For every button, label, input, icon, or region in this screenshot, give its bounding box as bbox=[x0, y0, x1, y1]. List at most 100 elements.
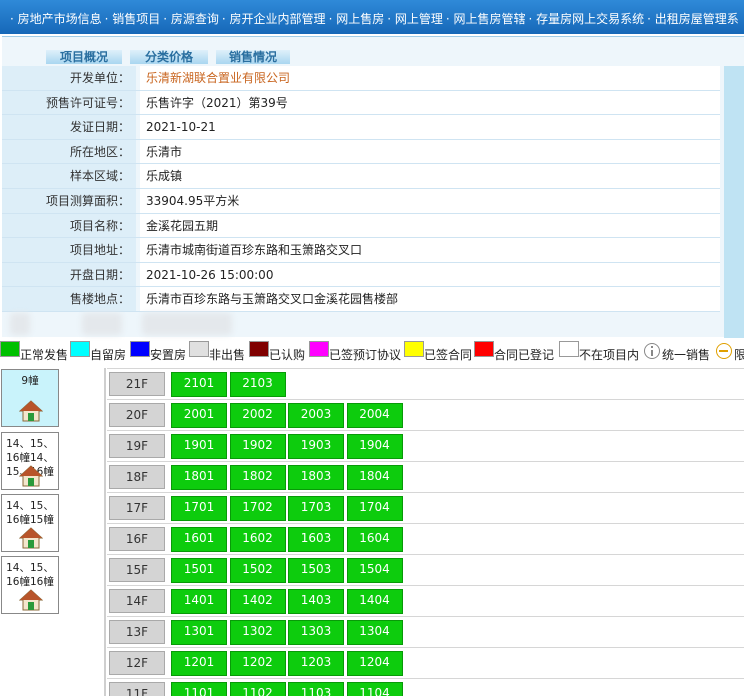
info-label: 项目地址： bbox=[2, 238, 136, 263]
floor-label: 12F bbox=[109, 651, 165, 675]
building-item[interactable]: 14、15、16幢14、15、16幢 bbox=[1, 432, 59, 490]
nav-link[interactable]: · 网上售房管辖 bbox=[446, 12, 526, 26]
unit-cell[interactable]: 1302 bbox=[229, 620, 286, 645]
nav-link[interactable]: · 网上售房 bbox=[329, 12, 385, 26]
floor-label: 14F bbox=[109, 589, 165, 613]
unit-cell[interactable]: 1404 bbox=[346, 589, 403, 614]
unit-cell[interactable]: 1901 bbox=[171, 434, 227, 459]
unit-cell[interactable]: 1403 bbox=[288, 589, 344, 614]
unit-cell[interactable]: 1604 bbox=[346, 527, 403, 552]
unit-cell[interactable]: 1502 bbox=[229, 558, 286, 583]
unit-cell[interactable]: 1102 bbox=[229, 682, 286, 696]
house-icon bbox=[18, 465, 44, 487]
info-value: 金溪花园五期 bbox=[140, 213, 720, 238]
tab-project-overview[interactable]: 项目概况 bbox=[46, 50, 122, 64]
tab-sales-status[interactable]: 销售情况 bbox=[216, 50, 290, 64]
tab-price-categories[interactable]: 分类价格 bbox=[130, 50, 208, 64]
info-side-bar bbox=[724, 66, 744, 338]
unit-cell[interactable]: 1602 bbox=[229, 527, 286, 552]
redacted-area bbox=[10, 313, 30, 335]
info-row: 样本区域： 乐成镇 bbox=[2, 164, 720, 189]
unit-cell[interactable]: 1304 bbox=[346, 620, 403, 645]
floor-row: 21F 2101 2103 bbox=[107, 368, 744, 400]
info-row: 项目测算面积： 33904.95平方米 bbox=[2, 188, 720, 214]
legend-label: 已签合同 bbox=[424, 348, 473, 362]
floor-row: 11F 1101 1102 1103 1104 bbox=[107, 678, 744, 696]
floor-label: 19F bbox=[109, 434, 165, 458]
unit-cell[interactable]: 1803 bbox=[288, 465, 344, 490]
floor-row: 17F 1701 1702 1703 1704 bbox=[107, 492, 744, 524]
unit-cell[interactable]: 1501 bbox=[171, 558, 227, 583]
unit-cell[interactable]: 1402 bbox=[229, 589, 286, 614]
info-label: 所在地区： bbox=[2, 139, 136, 164]
nav-link[interactable]: · 房开企业内部管理 bbox=[222, 12, 326, 26]
nav-link[interactable]: · 销售项目 bbox=[105, 12, 161, 26]
info-value: 乐售许字（2021）第39号 bbox=[140, 90, 720, 115]
nav-link[interactable]: · 房地产市场信息 bbox=[10, 12, 102, 26]
unit-cell[interactable]: 1202 bbox=[229, 651, 286, 676]
building-label: 14、15、16幢16幢 bbox=[6, 562, 54, 588]
info-label: 开盘日期： bbox=[2, 262, 136, 287]
nav-link[interactable]: · 房源查询 bbox=[163, 12, 219, 26]
unit-cell[interactable]: 2001 bbox=[171, 403, 227, 428]
unit-cell[interactable]: 2004 bbox=[346, 403, 403, 428]
unit-cell[interactable]: 1201 bbox=[171, 651, 227, 676]
house-icon bbox=[18, 527, 44, 549]
unit-cell[interactable]: 1804 bbox=[346, 465, 403, 490]
legend-swatch bbox=[130, 341, 150, 357]
unit-cell[interactable]: 1504 bbox=[346, 558, 403, 583]
info-row: 项目地址： 乐清市城南街道百珍东路和玉箫路交叉口 bbox=[2, 238, 720, 263]
unit-cell[interactable]: 1401 bbox=[171, 589, 227, 614]
info-row: 开发单位： 乐清新湖联合置业有限公司 bbox=[2, 66, 720, 91]
unit-cell[interactable]: 1101 bbox=[171, 682, 227, 696]
unit-cell[interactable]: 1704 bbox=[346, 496, 403, 521]
nav-link[interactable]: · 出租房屋管理系 bbox=[647, 12, 739, 26]
legend-swatch bbox=[404, 341, 424, 357]
info-circle-icon bbox=[644, 343, 660, 359]
floor-row: 16F 1601 1602 1603 1604 bbox=[107, 523, 744, 555]
unit-cell[interactable]: 1802 bbox=[229, 465, 286, 490]
building-item[interactable]: 14、15、16幢16幢 bbox=[1, 556, 59, 614]
info-row: 开盘日期： 2021-10-26 15:00:00 bbox=[2, 262, 720, 288]
project-info-table: 开发单位： 乐清新湖联合置业有限公司 预售许可证号： 乐售许字（2021）第39号 发证… bbox=[2, 66, 720, 312]
building-item[interactable]: 9幢 bbox=[1, 369, 59, 427]
house-icon bbox=[18, 400, 44, 422]
unit-cell[interactable]: 1601 bbox=[171, 527, 227, 552]
unit-cell[interactable]: 1702 bbox=[229, 496, 286, 521]
floor-label: 13F bbox=[109, 620, 165, 644]
legend-label: 自留房 bbox=[90, 348, 127, 362]
unit-cell[interactable]: 1503 bbox=[288, 558, 344, 583]
unit-cell[interactable]: 1103 bbox=[288, 682, 344, 696]
legend-label: 安置房 bbox=[150, 348, 187, 362]
floor-row: 20F 2001 2002 2003 2004 bbox=[107, 399, 744, 431]
unit-cell[interactable]: 1204 bbox=[346, 651, 403, 676]
unit-cell[interactable]: 1303 bbox=[288, 620, 344, 645]
unit-cell[interactable]: 2002 bbox=[229, 403, 286, 428]
unit-cell[interactable]: 2003 bbox=[288, 403, 344, 428]
unit-cell[interactable]: 1903 bbox=[288, 434, 344, 459]
info-label: 项目测算面积： bbox=[2, 188, 136, 213]
unit-cell[interactable]: 1902 bbox=[229, 434, 286, 459]
redacted-area bbox=[142, 313, 232, 335]
nav-link[interactable]: · 网上管理 bbox=[387, 12, 443, 26]
legend-label: 不在项目内 bbox=[579, 348, 640, 362]
unit-cell[interactable]: 2101 bbox=[171, 372, 227, 397]
redacted-area bbox=[82, 313, 122, 335]
unit-cell[interactable]: 1203 bbox=[288, 651, 344, 676]
legend-swatch bbox=[0, 341, 20, 357]
unit-cell[interactable]: 1703 bbox=[288, 496, 344, 521]
unit-cell[interactable]: 1603 bbox=[288, 527, 344, 552]
unit-cell[interactable]: 1904 bbox=[346, 434, 403, 459]
unit-cell[interactable]: 1701 bbox=[171, 496, 227, 521]
unit-cell[interactable]: 2103 bbox=[229, 372, 286, 397]
info-value: 乐成镇 bbox=[140, 164, 720, 189]
floor-row: 15F 1501 1502 1503 1504 bbox=[107, 554, 744, 586]
legend-label: 已签预订协议 bbox=[329, 348, 402, 362]
info-value: 2021-10-21 bbox=[140, 115, 720, 140]
unit-cell[interactable]: 1301 bbox=[171, 620, 227, 645]
building-item[interactable]: 14、15、16幢15幢 bbox=[1, 494, 59, 552]
nav-menu: · 房地产市场信息 · 销售项目 · 房源查询 · 房开企业内部管理 · 网上售房 · 网… bbox=[10, 10, 742, 27]
nav-link[interactable]: · 存量房网上交易系统 bbox=[528, 12, 644, 26]
unit-cell[interactable]: 1801 bbox=[171, 465, 227, 490]
unit-cell[interactable]: 1104 bbox=[346, 682, 403, 696]
